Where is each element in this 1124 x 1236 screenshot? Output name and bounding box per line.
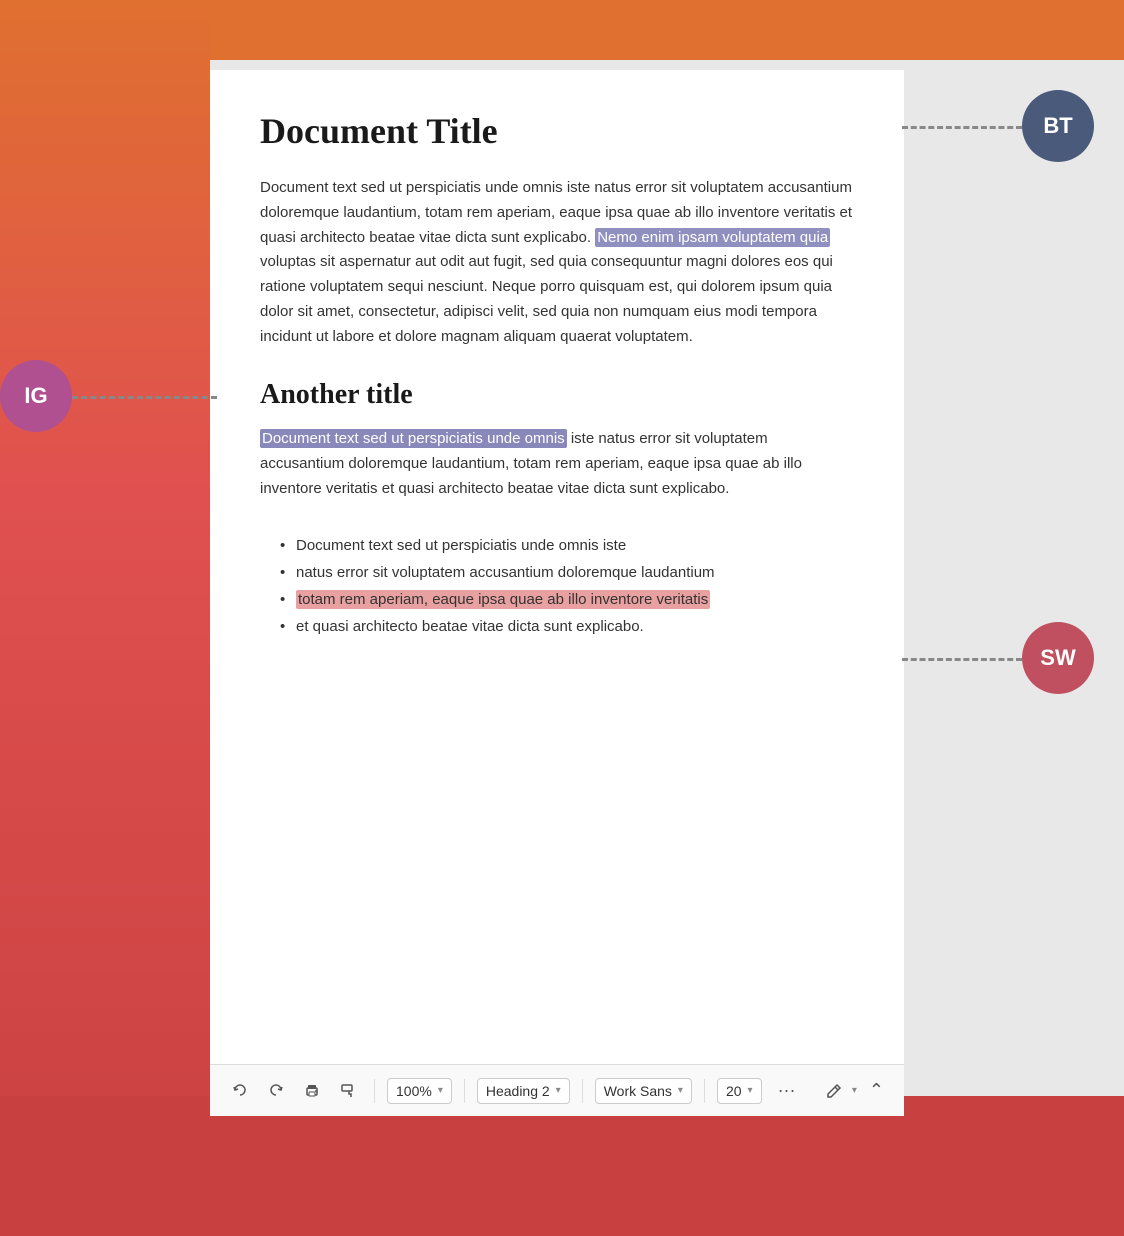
size-select[interactable]: 20 ▾ <box>717 1078 762 1104</box>
list-item: natus error sit voluptatem accusantium d… <box>280 559 854 586</box>
toolbar: 100% ▾ Heading 2 ▾ Work Sans ▾ 20 ▾ ··· … <box>210 1064 904 1116</box>
print-button[interactable] <box>298 1079 326 1103</box>
avatar-ig[interactable]: IG <box>0 360 72 432</box>
background-bottom <box>0 1096 1124 1236</box>
document-title: Document Title <box>260 110 854 152</box>
dashed-line-sw <box>902 658 1022 661</box>
toolbar-divider-4 <box>704 1079 705 1103</box>
zoom-arrow: ▾ <box>438 1085 443 1096</box>
undo-button[interactable] <box>226 1079 254 1103</box>
avatar-sw[interactable]: SW <box>1022 622 1094 694</box>
highlight-pink-text: totam rem aperiam, eaque ipsa quae ab il… <box>296 590 710 609</box>
heading-arrow: ▾ <box>556 1085 561 1096</box>
redo-button[interactable] <box>262 1079 290 1103</box>
toolbar-divider-2 <box>464 1079 465 1103</box>
paragraph-2: Document text sed ut perspiciatis unde o… <box>260 427 854 501</box>
pen-group: ▾ <box>820 1079 857 1103</box>
avatar-ig-initials: IG <box>24 383 47 409</box>
pen-button[interactable] <box>820 1079 848 1103</box>
avatar-sw-initials: SW <box>1040 645 1075 671</box>
font-value: Work Sans <box>604 1083 672 1099</box>
heading-value: Heading 2 <box>486 1083 550 1099</box>
collapse-button[interactable]: ⌃ <box>865 1076 888 1105</box>
highlight-blue-text: Nemo enim ipsam voluptatem quia <box>595 228 830 247</box>
size-value: 20 <box>726 1083 742 1099</box>
document-area: Document Title Document text sed ut pers… <box>210 70 904 1116</box>
document-list: Document text sed ut perspiciatis unde o… <box>280 532 854 640</box>
list-item: Document text sed ut perspiciatis unde o… <box>280 532 854 559</box>
font-select[interactable]: Work Sans ▾ <box>595 1078 692 1104</box>
highlight-purple-text: Document text sed ut perspiciatis unde o… <box>260 429 567 448</box>
document-content: Document Title Document text sed ut pers… <box>210 70 904 1064</box>
avatar-bt-initials: BT <box>1043 113 1072 139</box>
paragraph-1: Document text sed ut perspiciatis unde o… <box>260 176 854 349</box>
zoom-value: 100% <box>396 1083 432 1099</box>
toolbar-divider-3 <box>582 1079 583 1103</box>
background-top-right <box>210 0 1124 60</box>
more-options-button[interactable]: ··· <box>770 1076 804 1105</box>
list-item: totam rem aperiam, eaque ipsa quae ab il… <box>280 586 854 613</box>
paragraph-1-text-after: voluptas sit aspernatur aut odit aut fug… <box>260 253 833 344</box>
dashed-line-bt <box>902 126 1022 129</box>
zoom-select[interactable]: 100% ▾ <box>387 1078 452 1104</box>
dashed-line-ig <box>72 396 217 399</box>
heading-select[interactable]: Heading 2 ▾ <box>477 1078 570 1104</box>
section-2-title: Another title <box>260 379 854 411</box>
toolbar-divider-1 <box>374 1079 375 1103</box>
format-paint-button[interactable] <box>334 1079 362 1103</box>
list-item: et quasi architecto beatae vitae dicta s… <box>280 613 854 640</box>
font-arrow: ▾ <box>678 1085 683 1096</box>
pen-arrow: ▾ <box>852 1085 857 1096</box>
avatar-bt[interactable]: BT <box>1022 90 1094 162</box>
background-left <box>0 0 210 1236</box>
size-arrow: ▾ <box>748 1085 753 1096</box>
